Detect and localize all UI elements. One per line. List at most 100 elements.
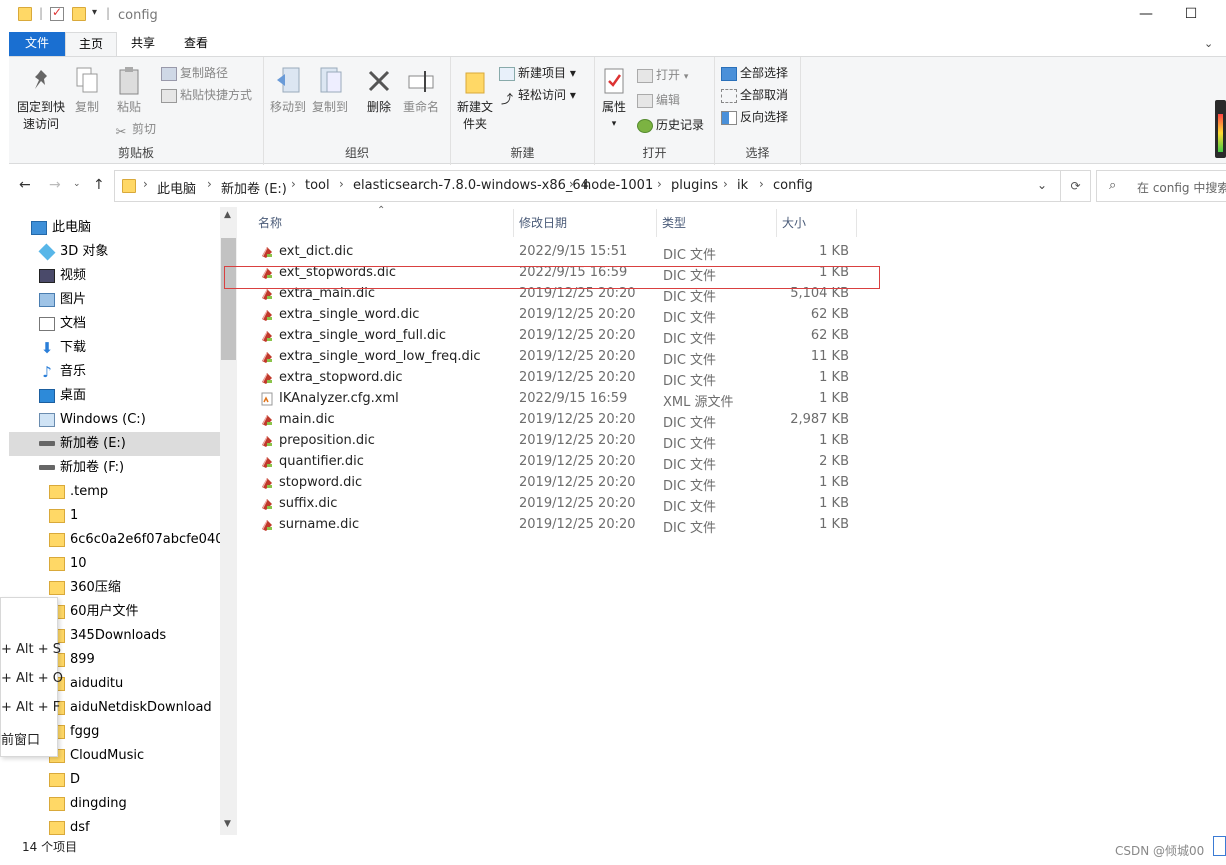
menu-item-window[interactable]: 前窗口 <box>1 729 40 748</box>
breadcrumb-node[interactable]: node-1001 <box>583 178 653 193</box>
folder-icon[interactable] <box>18 7 32 21</box>
nav-item[interactable]: 此电脑 <box>9 216 221 240</box>
rename-button[interactable]: 重命名 <box>400 65 442 116</box>
nav-item[interactable]: 图片 <box>9 288 221 312</box>
nav-item[interactable]: 6c6c0a2e6f07abcfe04053a <box>9 528 221 552</box>
address-dropdown-icon[interactable]: ⌄ <box>1037 178 1047 192</box>
edit-button[interactable]: 编辑 <box>637 90 680 110</box>
breadcrumb-ik[interactable]: ik <box>737 178 748 193</box>
customize-toolbar-chevron-icon[interactable]: ▾ <box>92 7 97 18</box>
delete-button[interactable]: 删除 <box>362 65 396 116</box>
nav-item-label: 文档 <box>60 316 87 331</box>
column-header-type[interactable]: 类型 <box>662 214 686 231</box>
nav-item[interactable]: ⬇ 下载 <box>9 336 221 360</box>
cut-button[interactable]: ✂ 剪切 <box>113 119 156 140</box>
file-row[interactable]: preposition.dic 2019/12/25 20:20 DIC 文件 1 K… <box>240 431 880 452</box>
column-header-name[interactable]: 名称 <box>258 214 282 231</box>
column-header-date[interactable]: 修改日期 <box>519 214 567 231</box>
column-divider[interactable] <box>513 209 514 237</box>
menu-item-shortcut-o[interactable]: + Alt + O <box>1 671 63 686</box>
nav-item[interactable]: D <box>9 768 221 792</box>
nav-item[interactable]: 新加卷 (F:) <box>9 456 221 480</box>
nav-item[interactable]: 新加卷 (E:) <box>9 432 221 456</box>
expand-ribbon-icon[interactable]: ⌄ <box>1204 37 1213 50</box>
column-header-size[interactable]: 大小 <box>782 214 806 231</box>
properties-button[interactable]: 属性 ▾ <box>597 65 631 133</box>
copy-path-button[interactable]: 复制路径 <box>161 63 228 83</box>
breadcrumb-this-pc[interactable]: 此电脑 <box>157 178 196 197</box>
file-row[interactable]: extra_stopword.dic 2019/12/25 20:20 DIC 文件… <box>240 368 880 389</box>
nav-item[interactable]: 桌面 <box>9 384 221 408</box>
tab-home[interactable]: 主页 <box>65 32 117 57</box>
new-folder-icon[interactable] <box>72 7 86 21</box>
nav-item[interactable]: 视频 <box>9 264 221 288</box>
new-group-label: 新建 <box>510 146 535 160</box>
nav-item[interactable]: 1 <box>9 504 221 528</box>
nav-item[interactable]: dsf <box>9 816 221 835</box>
recent-locations-chevron-icon[interactable]: ⌄ <box>73 179 81 189</box>
search-input[interactable]: ⌕ 在 config 中搜索 <box>1096 170 1226 202</box>
tab-file[interactable]: 文件 <box>9 32 65 56</box>
breadcrumb-plugins[interactable]: plugins <box>671 178 718 193</box>
file-row[interactable]: surname.dic 2019/12/25 20:20 DIC 文件 1 KB <box>240 515 880 536</box>
file-name: preposition.dic <box>279 433 375 448</box>
breadcrumb-separator: › <box>207 177 212 191</box>
open-button[interactable]: 打开 ▾ <box>637 65 688 85</box>
breadcrumb-elasticsearch[interactable]: elasticsearch-7.8.0-windows-x86_64 <box>353 178 589 193</box>
file-row[interactable]: extra_single_word_low_freq.dic 2019/12/25… <box>240 347 880 368</box>
refresh-icon[interactable]: ⟳ <box>1061 170 1091 202</box>
file-row[interactable]: suffix.dic 2019/12/25 20:20 DIC 文件 1 KB <box>240 494 880 515</box>
tab-share[interactable]: 共享 <box>119 32 167 56</box>
maximize-button[interactable]: ☐ <box>1168 6 1214 22</box>
column-divider[interactable] <box>856 209 857 237</box>
file-row[interactable]: ext_dict.dic 2022/9/15 15:51 DIC 文件 1 KB <box>240 242 880 263</box>
minimize-button[interactable]: — <box>1123 6 1169 22</box>
nav-item[interactable]: ♪ 音乐 <box>9 360 221 384</box>
pin-quick-access-button[interactable]: 固定到快速访问 <box>13 65 69 133</box>
nav-item[interactable]: Windows (C:) <box>9 408 221 432</box>
breadcrumb-config[interactable]: config <box>773 178 813 193</box>
paste-shortcut-button[interactable]: 粘贴快捷方式 <box>161 85 252 105</box>
column-divider[interactable] <box>656 209 657 237</box>
new-folder-button[interactable]: 新建文件夹 <box>455 65 495 133</box>
file-row[interactable]: main.dic 2019/12/25 20:20 DIC 文件 2,987 KB <box>240 410 880 431</box>
scroll-down-icon[interactable]: ▼ <box>224 819 231 829</box>
scroll-up-icon[interactable]: ▲ <box>224 210 231 220</box>
history-button[interactable]: 历史记录 <box>637 115 704 135</box>
file-row[interactable]: extra_single_word.dic 2019/12/25 20:20 DIC… <box>240 305 880 326</box>
details-view-icon[interactable] <box>1213 836 1226 856</box>
file-row[interactable]: IKAnalyzer.cfg.xml 2022/9/15 16:59 XML 源文件… <box>240 389 880 410</box>
nav-item[interactable]: 文档 <box>9 312 221 336</box>
new-item-label: 新建项目 <box>518 66 567 80</box>
properties-check-icon[interactable]: ✓ <box>50 5 64 21</box>
nav-scroll-thumb[interactable] <box>221 238 236 360</box>
forward-arrow-icon[interactable]: → <box>49 177 61 193</box>
properties-dropdown-icon[interactable]: ▾ <box>597 116 631 133</box>
breadcrumb-drive-e[interactable]: 新加卷 (E:) <box>221 178 287 197</box>
menu-item-shortcut-f[interactable]: + Alt + F <box>1 700 60 715</box>
select-all-button[interactable]: 全部选择 <box>721 63 788 83</box>
back-arrow-icon[interactable]: ← <box>19 177 31 193</box>
invert-selection-button[interactable]: 反向选择 <box>721 107 788 127</box>
column-divider[interactable] <box>776 209 777 237</box>
move-to-button[interactable]: 移动到 <box>268 65 308 116</box>
paste-button[interactable]: 粘贴 <box>113 65 145 116</box>
select-none-button[interactable]: 全部取消 <box>721 85 788 105</box>
nav-item[interactable]: 3D 对象 <box>9 240 221 264</box>
file-row[interactable]: stopword.dic 2019/12/25 20:20 DIC 文件 1 KB <box>240 473 880 494</box>
up-arrow-icon[interactable]: ↑ <box>93 177 105 193</box>
easy-access-button[interactable]: ⤴ 轻松访问 ▾ <box>499 85 576 106</box>
file-row[interactable]: quantifier.dic 2019/12/25 20:20 DIC 文件 2 KB <box>240 452 880 473</box>
new-item-button[interactable]: 新建项目 ▾ <box>499 63 576 83</box>
nav-item[interactable]: dingding <box>9 792 221 816</box>
breadcrumb-tool[interactable]: tool <box>305 178 330 193</box>
history-icon <box>637 118 653 133</box>
copy-button[interactable]: 复制 <box>71 65 103 116</box>
file-row[interactable]: extra_single_word_full.dic 2019/12/25 20:… <box>240 326 880 347</box>
copy-to-button[interactable]: 复制到 <box>310 65 350 116</box>
nav-item[interactable]: 10 <box>9 552 221 576</box>
tab-view[interactable]: 查看 <box>171 32 221 56</box>
address-bar[interactable]: › 此电脑 › 新加卷 (E:) › tool › elasticsearch-… <box>114 170 1061 202</box>
menu-item-shortcut-s[interactable]: + Alt + S <box>1 642 61 657</box>
nav-item[interactable]: .temp <box>9 480 221 504</box>
